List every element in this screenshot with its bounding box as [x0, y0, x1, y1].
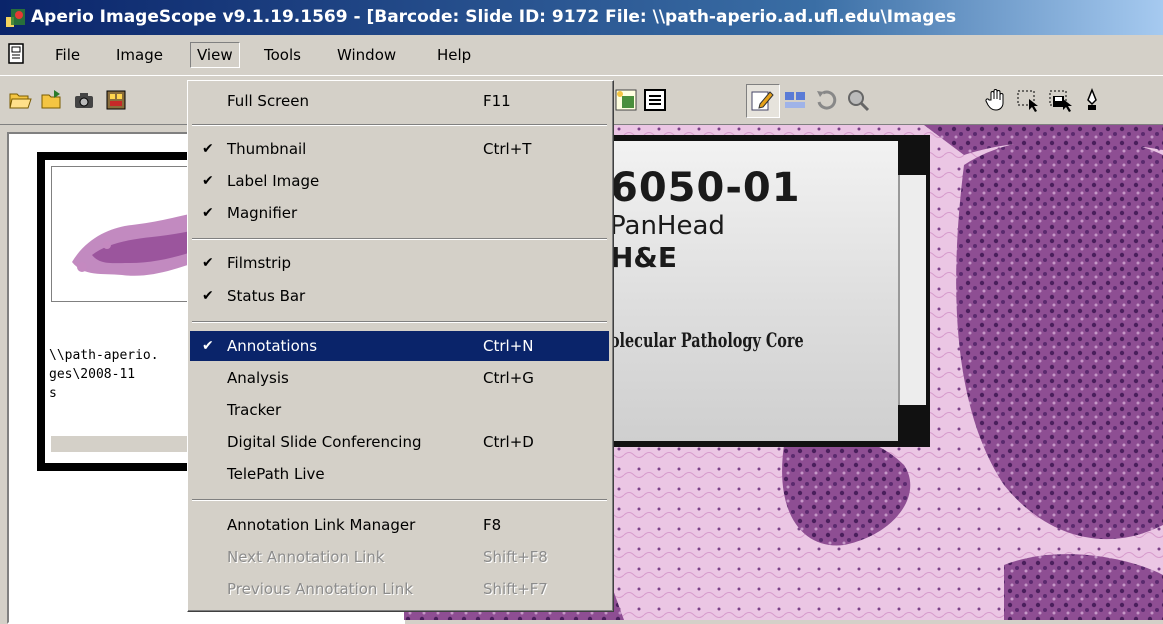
menu-separator — [192, 321, 607, 323]
menu-item-label: Magnifier — [227, 204, 298, 222]
menu-item-label: Previous Annotation Link — [227, 580, 413, 598]
menu-item-label: Filmstrip — [227, 254, 292, 272]
menu-separator — [192, 499, 607, 501]
image-properties-icon[interactable] — [614, 88, 638, 112]
checkmark-icon: ✔ — [202, 288, 214, 304]
menu-item-label: Label Image — [227, 172, 320, 190]
menu-item-next-annotation-link: Next Annotation Link Shift+F8 — [190, 542, 609, 572]
menu-item-label: Analysis — [227, 369, 289, 387]
camera-icon[interactable] — [72, 88, 96, 112]
checkmark-icon: ✔ — [202, 338, 214, 354]
menu-bar: File Image View Tools Window Help — [0, 35, 1163, 75]
menu-item-shortcut: Ctrl+D — [483, 433, 534, 451]
checkmark-icon: ✔ — [202, 141, 214, 157]
menu-item-previous-annotation-link: Previous Annotation Link Shift+F7 — [190, 574, 609, 604]
menu-item-analysis[interactable]: Analysis Ctrl+G — [190, 363, 609, 393]
menu-item-label: Status Bar — [227, 287, 306, 305]
thumbnail-progress-bar — [51, 436, 209, 452]
annotations-toggle-button[interactable] — [746, 84, 780, 118]
menu-window[interactable]: Window — [331, 43, 402, 67]
checkmark-icon: ✔ — [202, 255, 214, 271]
menu-item-label: TelePath Live — [227, 465, 325, 483]
pen-tool-icon[interactable] — [1080, 88, 1104, 112]
open-folder-icon[interactable] — [8, 88, 32, 112]
details-panel-icon[interactable] — [643, 88, 667, 112]
title-bar[interactable]: Aperio ImageScope v9.1.19.1569 - [Barcod… — [0, 0, 1163, 35]
menu-item-label: Tracker — [227, 401, 282, 419]
label-lab-name: Molecular Pathology Core — [594, 328, 804, 352]
label-stain: H&E — [610, 241, 677, 274]
save-region-icon[interactable] — [1048, 88, 1072, 112]
open-url-icon[interactable] — [40, 88, 64, 112]
menu-item-full-screen[interactable]: Full Screen F11 — [190, 86, 609, 116]
annotate-pen-icon — [751, 91, 774, 111]
menu-help[interactable]: Help — [431, 43, 477, 67]
menu-item-label: Full Screen — [227, 92, 309, 110]
menu-item-filmstrip[interactable]: ✔ Filmstrip — [190, 248, 609, 278]
app-icon — [6, 9, 25, 27]
menu-item-tracker[interactable]: Tracker — [190, 395, 609, 425]
window-title: Aperio ImageScope v9.1.19.1569 - [Barcod… — [31, 7, 957, 27]
menu-item-shortcut: Ctrl+T — [483, 140, 532, 158]
menu-item-status-bar[interactable]: ✔ Status Bar — [190, 281, 609, 311]
menu-item-digital-slide-conferencing[interactable]: Digital Slide Conferencing Ctrl+D — [190, 427, 609, 457]
view-menu-dropdown: Full Screen F11 ✔ Thumbnail Ctrl+T ✔ Lab… — [187, 80, 614, 612]
menu-item-telepath-live[interactable]: TelePath Live — [190, 459, 609, 489]
checkmark-icon: ✔ — [202, 205, 214, 221]
menu-item-shortcut: Ctrl+G — [483, 369, 534, 387]
menu-item-shortcut: F11 — [483, 92, 511, 110]
menu-item-shortcut: Shift+F7 — [483, 580, 548, 598]
checkmark-icon: ✔ — [202, 173, 214, 189]
menu-image[interactable]: Image — [110, 43, 169, 67]
menu-separator — [192, 238, 607, 240]
menu-separator — [192, 124, 607, 126]
menu-item-label: Digital Slide Conferencing — [227, 433, 422, 451]
slide-tray-icon[interactable] — [104, 88, 128, 112]
compare-panes-icon[interactable] — [783, 88, 807, 112]
menu-item-label: Next Annotation Link — [227, 548, 385, 566]
menu-item-label: Annotation Link Manager — [227, 516, 416, 534]
menu-item-label: Thumbnail — [227, 140, 307, 158]
menu-tools[interactable]: Tools — [258, 43, 307, 67]
menu-item-shortcut: F8 — [483, 516, 502, 534]
document-icon[interactable] — [8, 43, 26, 65]
menu-item-shortcut: Shift+F8 — [483, 548, 548, 566]
label-organ: PanHead — [610, 211, 725, 241]
menu-item-thumbnail[interactable]: ✔ Thumbnail Ctrl+T — [190, 134, 609, 164]
label-case-number: 6050-01 — [610, 165, 801, 211]
search-slide-icon[interactable] — [846, 88, 870, 112]
menu-item-annotation-link-manager[interactable]: Annotation Link Manager F8 — [190, 510, 609, 540]
pan-hand-icon[interactable] — [984, 88, 1008, 112]
menu-item-shortcut: Ctrl+N — [483, 337, 534, 355]
menu-item-label-image[interactable]: ✔ Label Image — [190, 166, 609, 196]
menu-item-label: Annotations — [227, 337, 318, 355]
slide-label-edge — [898, 175, 926, 405]
menu-item-annotations[interactable]: ✔ Annotations Ctrl+N — [190, 331, 609, 361]
menu-view[interactable]: View — [190, 42, 240, 68]
menu-file[interactable]: File — [49, 43, 86, 67]
rotate-icon[interactable] — [815, 88, 839, 112]
select-region-icon[interactable] — [1016, 88, 1040, 112]
menu-item-magnifier[interactable]: ✔ Magnifier — [190, 198, 609, 228]
